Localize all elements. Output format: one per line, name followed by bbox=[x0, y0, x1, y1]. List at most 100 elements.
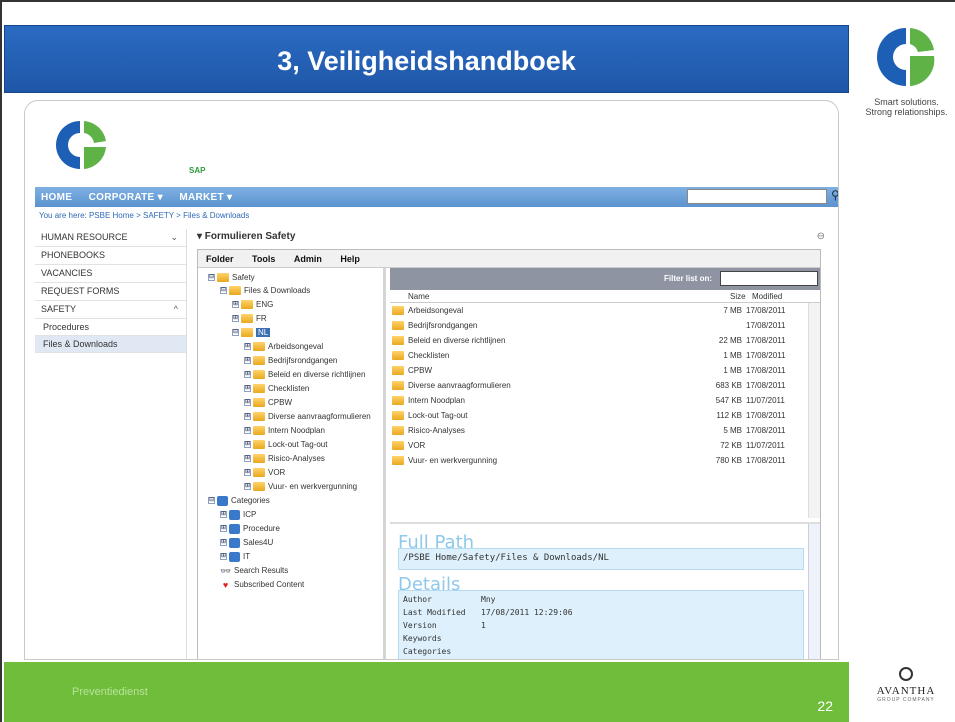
minimize-icon[interactable]: ⊖ bbox=[817, 231, 825, 242]
category-icon bbox=[229, 537, 240, 548]
tree-node[interactable]: ♥ Subscribed Content bbox=[220, 578, 304, 591]
tree-node[interactable]: ⊞ Diverse aanvraagformulieren bbox=[244, 410, 371, 423]
list-item[interactable]: Checklisten 1 MB 17/08/2011 bbox=[390, 348, 820, 363]
tree-node[interactable]: ⊞ Beleid en diverse richtlijnen bbox=[244, 368, 365, 381]
folder-icon bbox=[217, 273, 229, 283]
panel-title[interactable]: ▾ Formulieren Safety bbox=[197, 231, 295, 242]
leftnav-vacancies[interactable]: VACANCIES bbox=[35, 265, 186, 283]
menu-folder[interactable]: Folder bbox=[198, 250, 242, 268]
tree-node[interactable]: ⊞ FR bbox=[232, 312, 267, 325]
category-icon bbox=[229, 523, 240, 534]
leftnav-procedures[interactable]: Procedures bbox=[35, 319, 186, 336]
leftnav-files-downloads[interactable]: Files & Downloads bbox=[35, 336, 186, 353]
cg-logo-icon bbox=[877, 28, 935, 86]
tree-node[interactable]: ⊟ Files & Downloads bbox=[220, 284, 310, 297]
tree-node[interactable]: ⊞ ICP bbox=[220, 508, 256, 521]
list-item[interactable]: Vuur- en werkvergunning 780 KB 17/08/2011 bbox=[390, 453, 820, 468]
folder-icon bbox=[241, 328, 253, 338]
folder-icon bbox=[253, 384, 265, 394]
list-item[interactable]: Arbeidsongeval 7 MB 17/08/2011 bbox=[390, 303, 820, 318]
folder-icon bbox=[229, 286, 241, 296]
tree-node[interactable]: ⊞ Vuur- en werkvergunning bbox=[244, 480, 357, 493]
footer-label: Preventiedienst bbox=[72, 686, 148, 698]
list-header: Name Size Modified bbox=[390, 290, 820, 303]
col-name[interactable]: Name bbox=[408, 292, 429, 301]
menu-tools[interactable]: Tools bbox=[244, 250, 283, 268]
list-item[interactable]: Lock-out Tag-out 112 KB 17/08/2011 bbox=[390, 408, 820, 423]
leftnav-human-resource[interactable]: HUMAN RESOURCE ⌄ bbox=[35, 229, 186, 247]
tree-node[interactable]: ⊞ Intern Noodplan bbox=[244, 424, 325, 437]
avantha-logo: AVANTHA GROUP COMPANY bbox=[868, 667, 944, 703]
tree-node[interactable]: 👓 Search Results bbox=[220, 564, 288, 577]
col-size[interactable]: Size bbox=[730, 292, 746, 301]
menu-admin[interactable]: Admin bbox=[286, 250, 330, 268]
tree-node[interactable]: ⊞ CPBW bbox=[244, 396, 292, 409]
tree-node[interactable]: ⊞ ENG bbox=[232, 298, 273, 311]
leftnav-phonebooks[interactable]: PHONEBOOKS bbox=[35, 247, 186, 265]
tree-node[interactable]: ⊞ IT bbox=[220, 550, 250, 563]
tree-node[interactable]: ⊞ VOR bbox=[244, 466, 285, 479]
filter-label: Filter list on: bbox=[664, 274, 712, 283]
folder-icon bbox=[392, 381, 404, 390]
folder-icon bbox=[392, 426, 404, 435]
folder-icon bbox=[253, 440, 265, 450]
nav-corporate[interactable]: CORPORATE ▾ bbox=[83, 189, 169, 206]
panel-header: ▾ Formulieren Safety ⊖ bbox=[197, 231, 825, 242]
tree-node[interactable]: ⊞ Lock-out Tag-out bbox=[244, 438, 327, 451]
list-item[interactable]: Bedrijfsrondgangen 17/08/2011 bbox=[390, 318, 820, 333]
chevron-down-icon: ⌄ bbox=[170, 232, 178, 242]
col-modified[interactable]: Modified bbox=[752, 292, 782, 301]
folder-icon bbox=[253, 454, 265, 464]
folder-icon bbox=[392, 396, 404, 405]
search-icon[interactable]: ⚲ bbox=[831, 188, 838, 202]
folder-icon bbox=[392, 411, 404, 420]
list-item[interactable]: Risico-Analyses 5 MB 17/08/2011 bbox=[390, 423, 820, 438]
search-scope-dropdown[interactable]: ▾ bbox=[692, 190, 709, 207]
list-item[interactable]: Diverse aanvraagformulieren 683 KB 17/08/2… bbox=[390, 378, 820, 393]
portal-search-input[interactable]: ▾ bbox=[687, 189, 827, 204]
folder-icon bbox=[253, 356, 265, 366]
tree-node[interactable]: ⊞ Risico-Analyses bbox=[244, 452, 325, 465]
list-item[interactable]: Beleid en diverse richtlijnen 22 MB 17/08/… bbox=[390, 333, 820, 348]
detail-row: Version 1 bbox=[403, 621, 486, 630]
sap-link[interactable]: SAP bbox=[189, 166, 205, 175]
filter-input[interactable] bbox=[720, 271, 818, 286]
folder-icon bbox=[392, 366, 404, 375]
list-item[interactable]: VOR 72 KB 11/07/2011 bbox=[390, 438, 820, 453]
full-path-heading: Full Path bbox=[398, 532, 475, 553]
explorer-menu: Folder Tools Admin Help bbox=[198, 250, 820, 268]
portal-cg-logo-icon bbox=[56, 121, 106, 169]
binoculars-icon: 👓 bbox=[220, 565, 232, 576]
category-icon bbox=[229, 509, 240, 520]
details-pane: /PSBE Home/Safety/Files & Downloads/NL F… bbox=[390, 522, 820, 659]
list-scrollbar[interactable] bbox=[808, 303, 820, 518]
folder-icon bbox=[392, 441, 404, 450]
tree-node-selected[interactable]: ⊟ NL bbox=[232, 326, 271, 339]
menu-help[interactable]: Help bbox=[332, 250, 368, 268]
tree-node[interactable]: ⊞ Procedure bbox=[220, 522, 280, 535]
details-scrollbar[interactable] bbox=[808, 524, 820, 659]
tree-node[interactable]: ⊞ Bedrijfsrondgangen bbox=[244, 354, 337, 367]
folder-icon bbox=[253, 370, 265, 380]
tree-node[interactable]: ⊟ Categories bbox=[208, 494, 270, 507]
tree-node[interactable]: ⊞ Arbeidsongeval bbox=[244, 340, 323, 353]
tree-node[interactable]: ⊞ Checklisten bbox=[244, 382, 309, 395]
list-item[interactable]: Intern Noodplan 547 KB 11/07/2011 bbox=[390, 393, 820, 408]
filter-bar: Filter list on: bbox=[390, 268, 820, 290]
tree-node[interactable]: ⊟ Safety bbox=[208, 271, 255, 284]
folder-icon bbox=[392, 456, 404, 465]
list-item[interactable]: CPBW 1 MB 17/08/2011 bbox=[390, 363, 820, 378]
tree-node[interactable]: ⊞ Sales4U bbox=[220, 536, 273, 549]
slide-title: 3, Veiligheidshandboek bbox=[277, 46, 576, 76]
heart-icon: ♥ bbox=[222, 579, 229, 590]
leftnav-safety[interactable]: SAFETY ^ bbox=[35, 301, 186, 319]
folder-tree: ⊟ Safety ⊟ Files & Downloads ⊞ ENG ⊞ FR ⊟ NL … bbox=[198, 268, 386, 659]
tagline: Smart solutions. Strong relationships. bbox=[865, 97, 948, 117]
file-explorer: Folder Tools Admin Help ⊟ Safety ⊟ Files &… bbox=[197, 249, 821, 659]
nav-market[interactable]: MARKET ▾ bbox=[173, 189, 238, 206]
folder-icon bbox=[253, 342, 265, 352]
leftnav-request-forms[interactable]: REQUEST FORMS bbox=[35, 283, 186, 301]
nav-home[interactable]: HOME bbox=[35, 189, 78, 206]
slide-footer: Preventiedienst 22 bbox=[4, 662, 849, 722]
breadcrumb: You are here: PSBE Home > SAFETY > Files… bbox=[39, 211, 250, 220]
